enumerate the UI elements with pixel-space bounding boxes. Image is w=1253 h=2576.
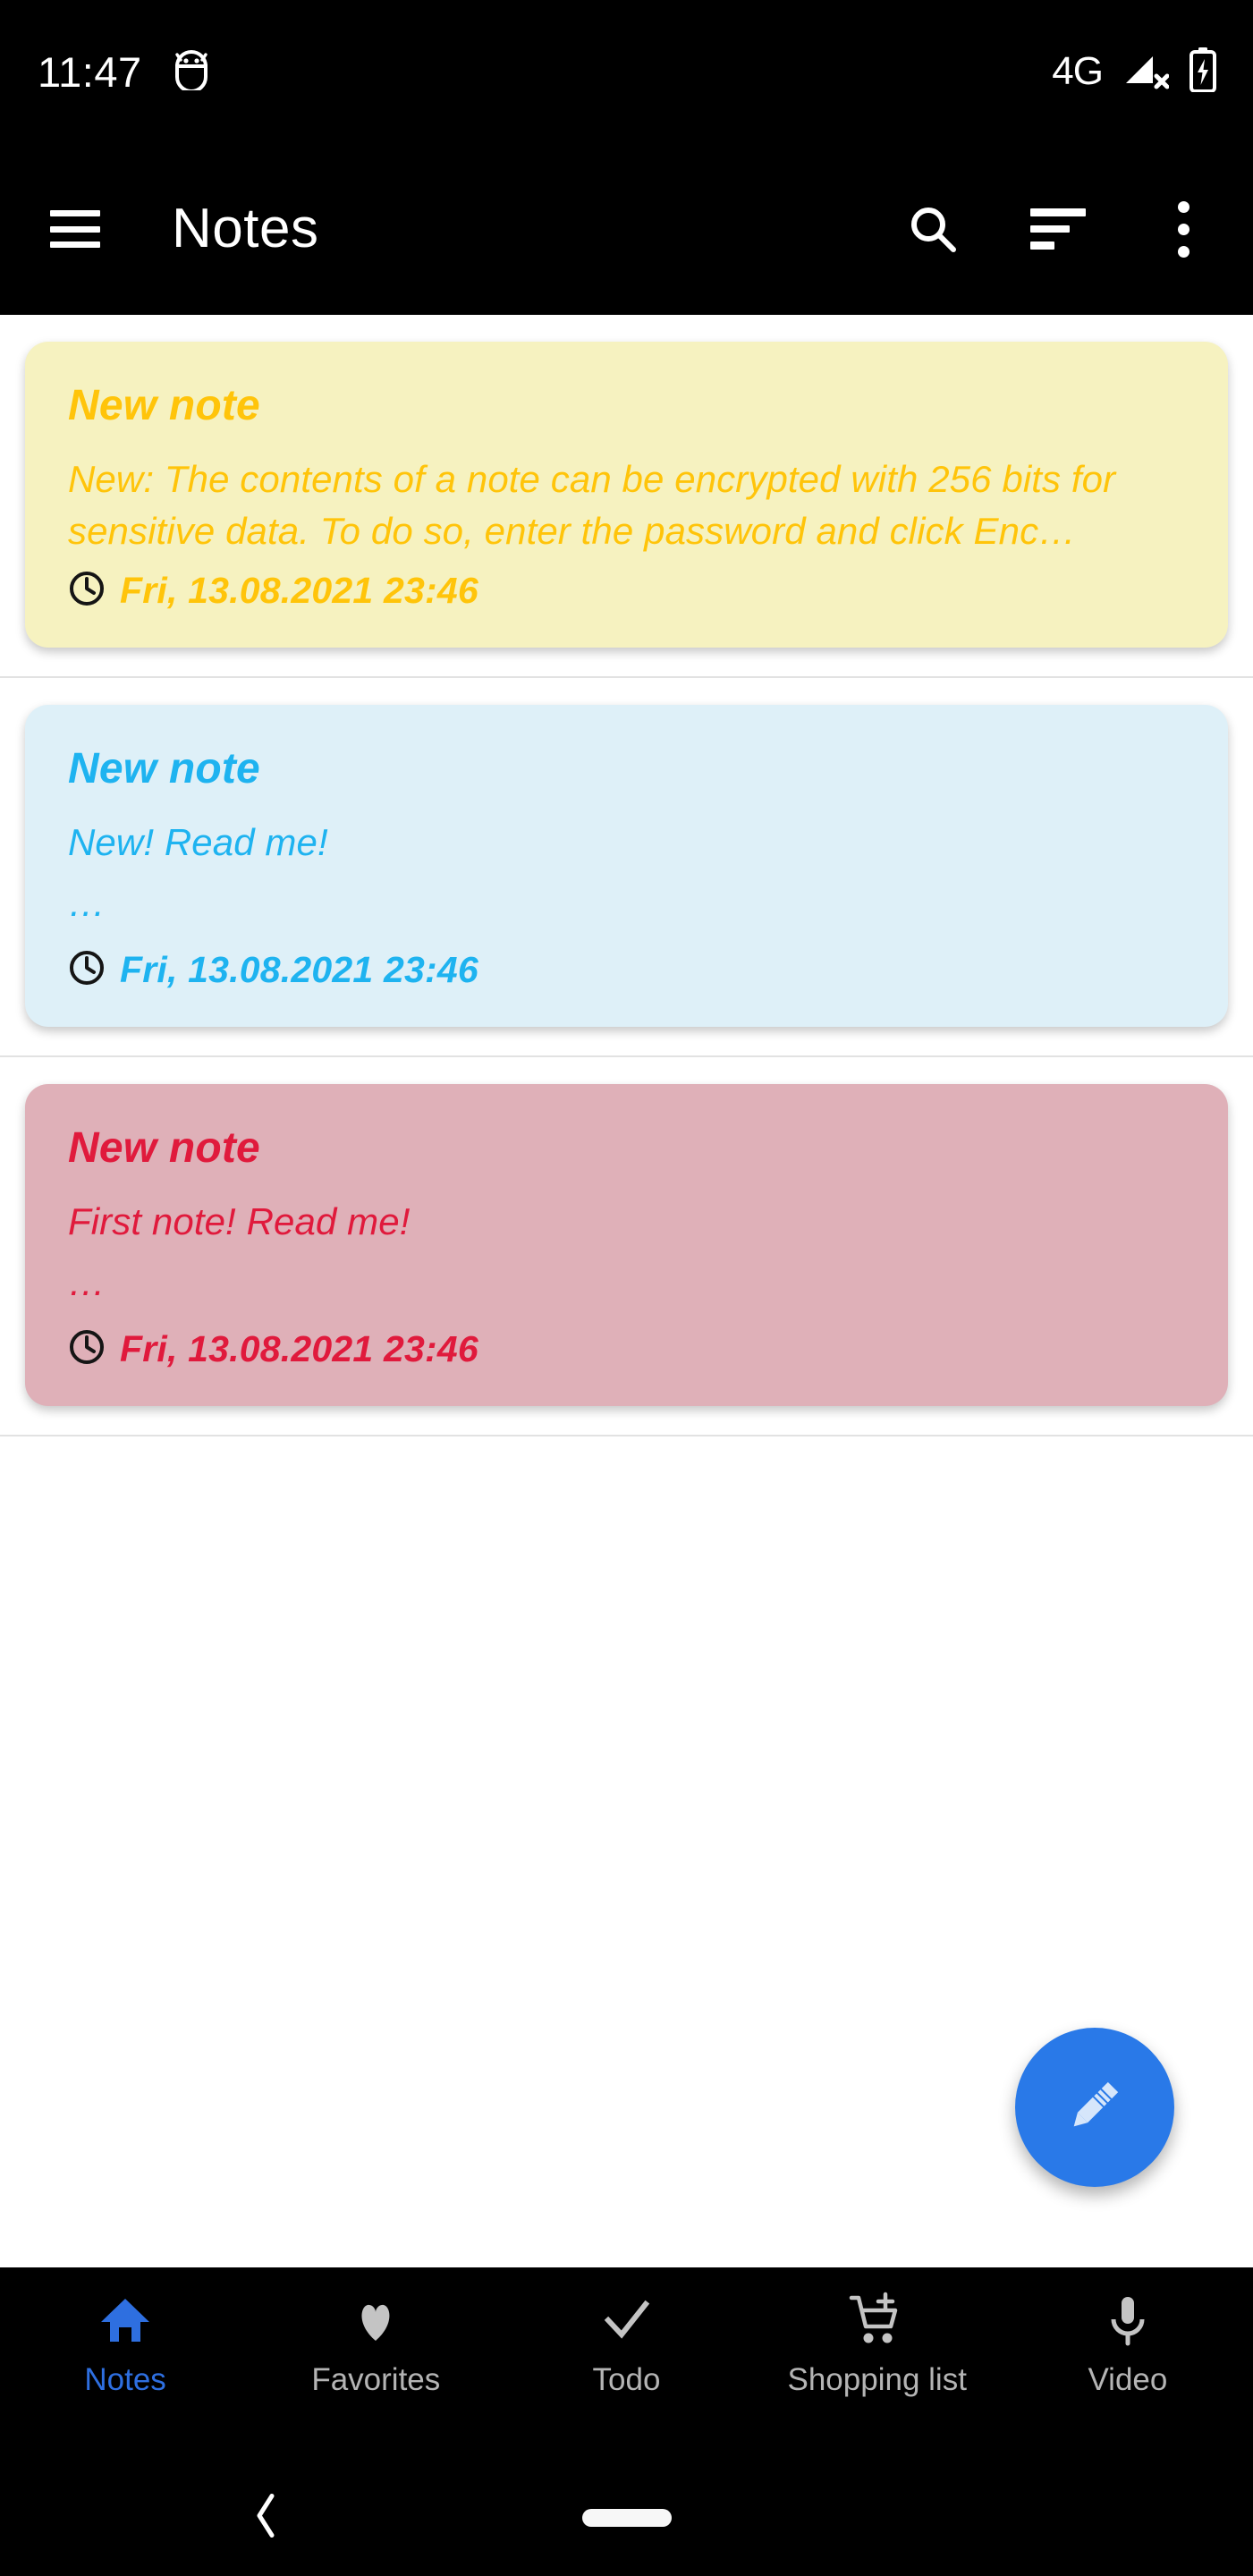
create-note-fab[interactable] bbox=[1015, 2028, 1174, 2187]
search-icon[interactable] bbox=[901, 197, 965, 261]
home-icon bbox=[97, 2291, 153, 2350]
signal-off-icon bbox=[1122, 49, 1170, 95]
clock-icon bbox=[68, 1328, 106, 1370]
nav-item-todo[interactable]: Todo bbox=[501, 2291, 751, 2395]
note-meta: Fri, 13.08.2021 23:46 bbox=[68, 949, 1185, 991]
nav-label: Shopping list bbox=[787, 2362, 967, 2397]
nav-label: Video bbox=[1088, 2362, 1168, 2397]
note-truncation-indicator: … bbox=[68, 1261, 106, 1304]
note-card[interactable]: New note First note! Read me! … Fri, 13.… bbox=[25, 1084, 1228, 1407]
heart-icon bbox=[348, 2291, 403, 2350]
app-bar: Notes bbox=[0, 143, 1253, 315]
app-bar-actions bbox=[901, 197, 1215, 261]
network-type-label: 4G bbox=[1052, 49, 1104, 93]
clock-icon bbox=[68, 570, 106, 612]
status-bar-right: 4G bbox=[1052, 47, 1217, 97]
home-pill-indicator[interactable] bbox=[581, 2509, 672, 2527]
check-icon bbox=[599, 2291, 655, 2350]
sort-icon[interactable] bbox=[1026, 197, 1090, 261]
clock-icon bbox=[68, 949, 106, 991]
note-date: Fri, 13.08.2021 23:46 bbox=[120, 949, 478, 991]
note-body: New: The contents of a note can be encry… bbox=[68, 458, 1116, 553]
page-title: Notes bbox=[172, 198, 319, 259]
nav-item-favorites[interactable]: Favorites bbox=[250, 2291, 501, 2395]
note-date: Fri, 13.08.2021 23:46 bbox=[120, 1328, 478, 1370]
note-card[interactable]: New note New: The contents of a note can… bbox=[25, 342, 1228, 648]
note-meta: Fri, 13.08.2021 23:46 bbox=[68, 1328, 1185, 1370]
note-body: New! Read me! bbox=[68, 821, 328, 864]
shopping-cart-add-icon bbox=[848, 2291, 907, 2350]
nav-label: Favorites bbox=[311, 2362, 441, 2397]
note-date: Fri, 13.08.2021 23:46 bbox=[120, 570, 478, 612]
android-bug-icon bbox=[173, 49, 210, 95]
note-body: First note! Read me! bbox=[68, 1200, 411, 1243]
note-truncation-indicator: … bbox=[68, 882, 106, 925]
pencil-icon bbox=[1056, 2067, 1133, 2148]
nav-label: Todo bbox=[592, 2362, 661, 2397]
list-item[interactable]: New note New! Read me! … Fri, 13.08.2021… bbox=[0, 678, 1253, 1058]
more-vertical-icon[interactable] bbox=[1151, 197, 1215, 261]
bottom-navigation: Notes Favorites Todo Shopping list Video bbox=[0, 2267, 1253, 2460]
nav-item-video[interactable]: Video bbox=[1003, 2291, 1253, 2395]
status-bar: 11:47 4G bbox=[0, 0, 1253, 143]
nav-label: Notes bbox=[84, 2362, 166, 2397]
battery-charging-icon bbox=[1189, 47, 1217, 97]
hamburger-menu-icon[interactable] bbox=[50, 210, 100, 248]
list-item[interactable]: New note New: The contents of a note can… bbox=[0, 315, 1253, 679]
status-bar-clock: 11:47 bbox=[38, 47, 142, 96]
status-bar-left: 11:47 bbox=[38, 49, 210, 95]
app-screen: 11:47 4G Notes New note New: The content… bbox=[0, 0, 1253, 2576]
notes-list: New note New: The contents of a note can… bbox=[0, 315, 1253, 2267]
note-title: New note bbox=[68, 382, 260, 429]
back-chevron-icon[interactable] bbox=[252, 2491, 279, 2546]
note-title: New note bbox=[68, 745, 260, 793]
nav-item-shopping-list[interactable]: Shopping list bbox=[752, 2291, 1003, 2395]
note-title: New note bbox=[68, 1124, 260, 1173]
list-item[interactable]: New note First note! Read me! … Fri, 13.… bbox=[0, 1057, 1253, 1437]
system-navigation-bar bbox=[0, 2460, 1253, 2576]
note-meta: Fri, 13.08.2021 23:46 bbox=[68, 570, 1185, 612]
nav-item-notes[interactable]: Notes bbox=[0, 2291, 250, 2395]
note-card[interactable]: New note New! Read me! … Fri, 13.08.2021… bbox=[25, 705, 1228, 1028]
microphone-icon bbox=[1100, 2291, 1156, 2350]
